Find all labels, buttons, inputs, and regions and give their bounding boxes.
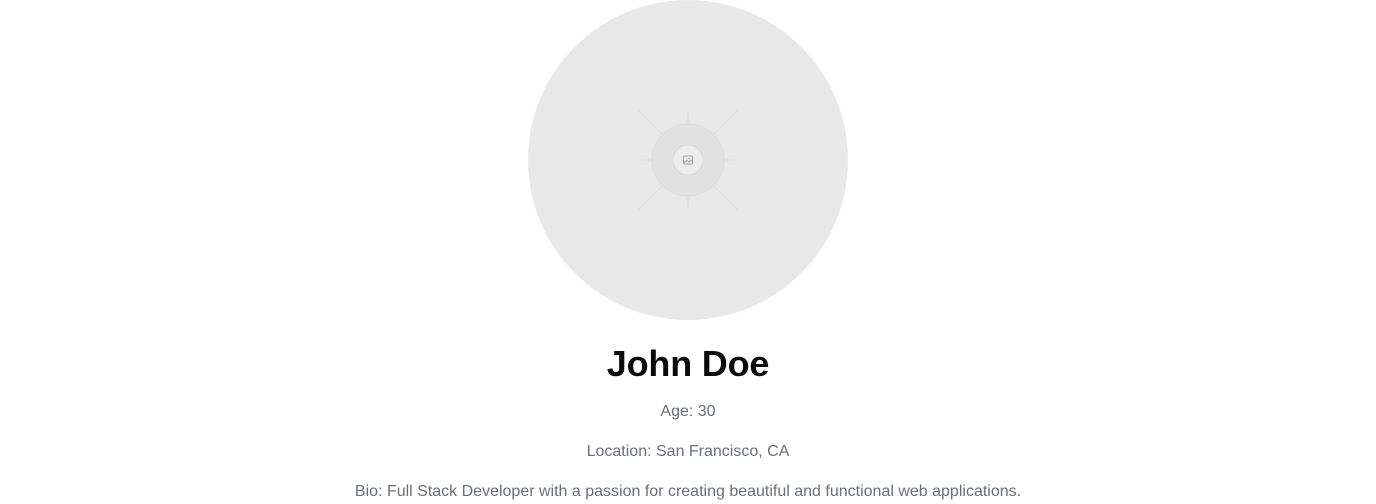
profile-location: Location: San Francisco, CA	[586, 443, 790, 460]
profile-page: John Doe Age: 30 Location: San Francisco…	[0, 0, 1376, 504]
profile-bio: Bio: Full Stack Developer with a passion…	[354, 483, 1022, 500]
image-placeholder-icon	[637, 109, 739, 211]
profile-name: John Doe	[606, 343, 770, 384]
avatar	[528, 0, 848, 320]
profile-age: Age: 30	[660, 403, 716, 420]
